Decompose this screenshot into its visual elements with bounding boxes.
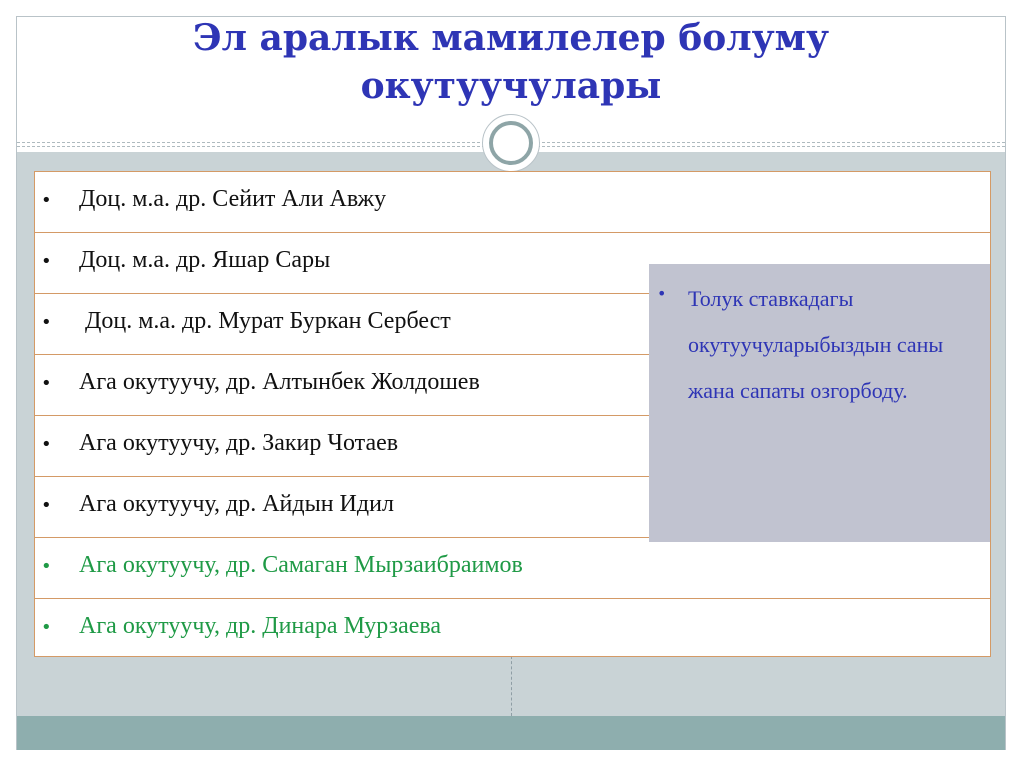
note-bullet-icon: • xyxy=(657,284,667,303)
bullet-icon: • xyxy=(41,556,52,577)
center-divider-line xyxy=(511,656,512,716)
decorative-circle-icon xyxy=(489,121,533,165)
bullet-icon: • xyxy=(41,617,52,638)
staff-name: Доц. м.а. др. Яшар Сары xyxy=(79,247,331,273)
staff-name: Ага окутуучу, др. Самаган Мырзаибраимов xyxy=(79,552,523,578)
staff-name: Ага окутуучу, др. Айдын Идил xyxy=(79,491,394,517)
staff-name: Ага окутуучу, др. Алтынбек Жолдошев xyxy=(79,369,480,395)
slide-title: Эл аралык мамилелер болуму окутуучулары xyxy=(17,14,1005,110)
bullet-icon: • xyxy=(41,373,52,394)
staff-row: • Доц. м.а. др. Сейит Али Авжу xyxy=(35,172,990,233)
bullet-icon: • xyxy=(41,190,52,211)
bullet-icon: • xyxy=(41,495,52,516)
title-line-2: окутуучулары xyxy=(360,65,662,107)
staff-name: Доц. м.а. др. Мурат Буркан Сербест xyxy=(79,308,451,334)
bullet-icon: • xyxy=(41,251,52,272)
bullet-icon: • xyxy=(41,434,52,455)
staff-row: • Ага окутуучу, др. Самаган Мырзаибраимо… xyxy=(35,538,990,599)
footer-band xyxy=(17,716,1005,750)
bullet-icon: • xyxy=(41,312,52,333)
note-box: • Толук ставкадагы окутуучуларыбыздын са… xyxy=(649,264,990,542)
staff-name: Ага окутуучу, др. Закир Чотаев xyxy=(79,430,399,456)
staff-name: Ага окутуучу, др. Динара Мурзаева xyxy=(79,613,442,639)
title-line-1: Эл аралык мамилелер болуму xyxy=(193,17,829,59)
note-text: Толук ставкадагы окутуучуларыбыздын саны… xyxy=(688,286,944,403)
staff-name: Доц. м.а. др. Сейит Али Авжу xyxy=(79,186,387,212)
staff-row: • Ага окутуучу, др. Динара Мурзаева xyxy=(35,599,990,656)
